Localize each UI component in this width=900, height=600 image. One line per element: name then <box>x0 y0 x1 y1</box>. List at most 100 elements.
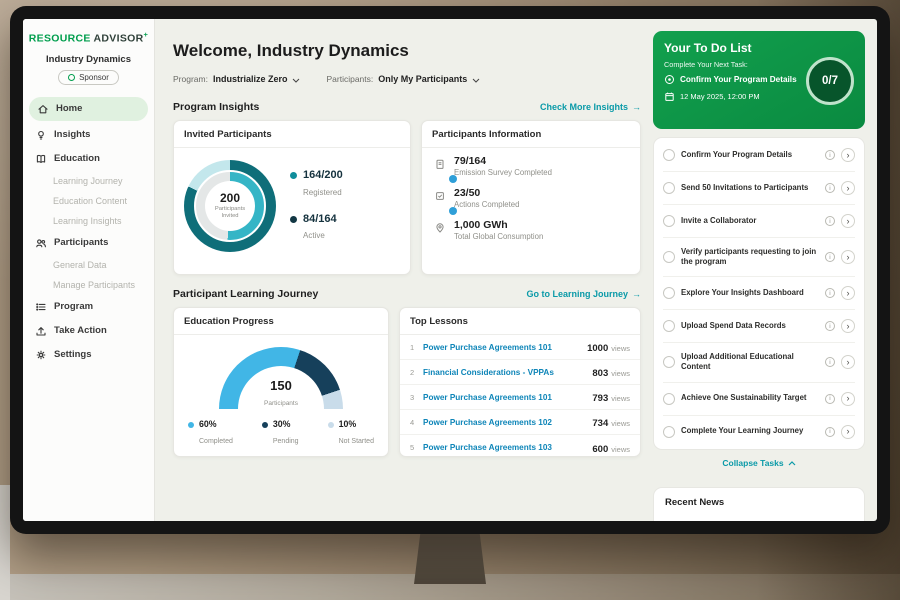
sidebar-item-learning-journey[interactable]: Learning Journey <box>23 171 154 191</box>
checkbox-icon[interactable] <box>663 426 675 438</box>
chevron-right-icon[interactable] <box>841 392 855 406</box>
lesson-link[interactable]: Financial Considerations - VPPAs <box>423 368 585 377</box>
todo-item[interactable]: Invite a Collaborator <box>663 205 855 238</box>
sidebar-item-label: Participants <box>54 237 108 248</box>
info-icon[interactable] <box>825 150 835 160</box>
lesson-views: 734views <box>592 413 630 431</box>
lesson-rank: 2 <box>410 368 416 377</box>
sidebar-item-settings[interactable]: Settings <box>23 343 154 367</box>
todo-item[interactable]: Explore Your Insights Dashboard <box>663 277 855 310</box>
checkbox-icon[interactable] <box>663 287 675 299</box>
info-icon[interactable] <box>825 357 835 367</box>
sidebar-nav: Home Insights Education Learning Journey… <box>23 97 154 367</box>
chevron-right-icon[interactable] <box>841 319 855 333</box>
lesson-row: 4 Power Purchase Agreements 102 734views <box>400 410 640 435</box>
app-window: RESOURCE ADVISOR+ Industry Dynamics Spon… <box>23 19 877 521</box>
todo-list: Confirm Your Program Details Send 50 Inv… <box>653 137 865 450</box>
survey-icon <box>434 157 446 169</box>
sidebar-item-insights[interactable]: Insights <box>23 123 154 147</box>
card-title: Participants Information <box>422 121 640 148</box>
info-icon[interactable] <box>825 394 835 404</box>
monitor-stand <box>414 526 486 584</box>
lesson-views: 803views <box>592 363 630 381</box>
chevron-right-icon[interactable] <box>841 250 855 264</box>
program-insights-cards: Invited Participants 200 Participants In… <box>173 120 641 275</box>
info-icon[interactable] <box>825 321 835 331</box>
info-icon[interactable] <box>825 427 835 437</box>
sidebar-item-take-action[interactable]: Take Action <box>23 319 154 343</box>
donut-center-label: 200 Participants Invited <box>205 181 255 231</box>
chevron-right-icon[interactable] <box>841 148 855 162</box>
participants-filter-dropdown[interactable]: Participants: Only My Participants <box>326 70 480 88</box>
checkbox-icon[interactable] <box>663 215 675 227</box>
participants-information-card: Participants Information 79/164 Emission… <box>421 120 641 275</box>
sidebar-item-label: Learning Insights <box>53 216 122 226</box>
todo-item[interactable]: Verify participants requesting to join t… <box>663 238 855 277</box>
todo-item[interactable]: Confirm Your Program Details <box>663 139 855 172</box>
lesson-link[interactable]: Power Purchase Agreements 101 <box>423 343 580 352</box>
todo-item[interactable]: Upload Spend Data Records <box>663 310 855 343</box>
todo-progress-ring: 0/7 <box>806 57 854 105</box>
legend-completed: 60%Completed <box>188 420 233 448</box>
invited-participants-card: Invited Participants 200 Participants In… <box>173 120 411 275</box>
lesson-link[interactable]: Power Purchase Agreements 101 <box>423 393 585 402</box>
arrow-right-icon <box>632 289 641 299</box>
chevron-right-icon[interactable] <box>841 425 855 439</box>
sidebar-item-program[interactable]: Program <box>23 295 154 319</box>
lesson-views: 1000views <box>587 338 630 356</box>
lesson-rank: 3 <box>410 393 416 402</box>
sidebar-item-manage-participants[interactable]: Manage Participants <box>23 275 154 295</box>
legend-dot <box>290 216 297 223</box>
legend-pending: 30%Pending <box>262 420 299 448</box>
chevron-right-icon[interactable] <box>841 355 855 369</box>
sidebar-item-learning-insights[interactable]: Learning Insights <box>23 211 154 231</box>
take-action-icon <box>35 325 47 337</box>
todo-next-task: Confirm Your Program Details <box>664 74 802 85</box>
info-icon[interactable] <box>825 252 835 262</box>
chevron-right-icon[interactable] <box>841 181 855 195</box>
lesson-row: 1 Power Purchase Agreements 101 1000view… <box>400 335 640 360</box>
monitor-frame: RESOURCE ADVISOR+ Industry Dynamics Spon… <box>10 6 890 534</box>
invited-legend: 164/200Registered 84/164Active <box>290 169 343 242</box>
program-icon <box>35 301 47 313</box>
todo-item[interactable]: Achieve One Sustainability Target <box>663 383 855 416</box>
todo-item[interactable]: Upload Additional Educational Content <box>663 343 855 382</box>
program-filter-dropdown[interactable]: Program: Industrialize Zero <box>173 70 300 88</box>
info-icon[interactable] <box>825 183 835 193</box>
lesson-link[interactable]: Power Purchase Agreements 103 <box>423 443 585 452</box>
lesson-link[interactable]: Power Purchase Agreements 102 <box>423 418 585 427</box>
lesson-views: 793views <box>592 388 630 406</box>
actions-completed-row: 23/50 Actions Completed <box>422 180 640 212</box>
chevron-right-icon[interactable] <box>841 214 855 228</box>
legend-dot <box>290 172 297 179</box>
chevron-up-icon <box>788 458 796 468</box>
card-title: Education Progress <box>174 308 388 335</box>
check-more-insights-link[interactable]: Check More Insights <box>540 102 641 112</box>
checkbox-icon[interactable] <box>663 320 675 332</box>
section-title-learning-journey: Participant Learning Journey <box>173 288 318 300</box>
sidebar-item-home[interactable]: Home <box>29 97 148 121</box>
sidebar-item-label: Education <box>54 153 100 164</box>
checkbox-icon[interactable] <box>663 356 675 368</box>
sidebar-item-education-content[interactable]: Education Content <box>23 191 154 211</box>
todo-item[interactable]: Complete Your Learning Journey <box>663 416 855 448</box>
info-icon[interactable] <box>825 288 835 298</box>
sidebar-item-education[interactable]: Education <box>23 147 154 171</box>
sidebar-item-participants[interactable]: Participants <box>23 231 154 255</box>
info-icon[interactable] <box>825 216 835 226</box>
chevron-right-icon[interactable] <box>841 286 855 300</box>
collapse-tasks-link[interactable]: Collapse Tasks <box>653 450 865 470</box>
checkbox-icon[interactable] <box>663 393 675 405</box>
todo-summary-card: Your To Do List Complete Your Next Task:… <box>653 31 865 129</box>
sidebar-item-label: Education Content <box>53 196 127 206</box>
todo-panel: Your To Do List Complete Your Next Task:… <box>653 19 877 521</box>
checkbox-icon[interactable] <box>663 182 675 194</box>
checkbox-icon[interactable] <box>663 149 675 161</box>
todo-item[interactable]: Send 50 Invitations to Participants <box>663 172 855 205</box>
sidebar-item-label: Insights <box>54 129 90 140</box>
sidebar-item-general-data[interactable]: General Data <box>23 255 154 275</box>
go-to-learning-journey-link[interactable]: Go to Learning Journey <box>526 289 641 299</box>
legend-active: 84/164Active <box>290 213 343 243</box>
sidebar-item-label: Manage Participants <box>53 280 135 290</box>
checkbox-icon[interactable] <box>663 251 675 263</box>
